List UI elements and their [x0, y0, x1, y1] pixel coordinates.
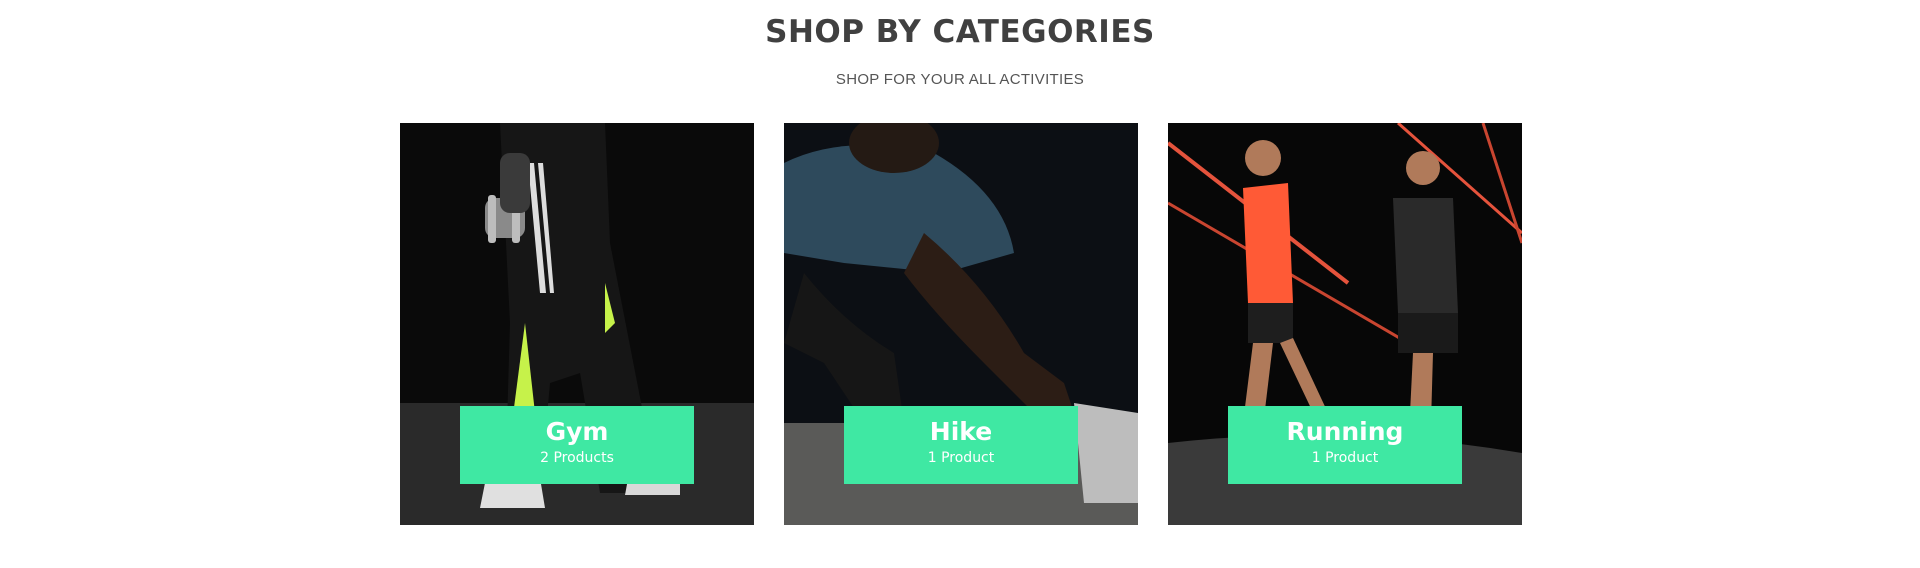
category-count: 1 Product	[927, 450, 995, 466]
category-count: 1 Product	[1311, 450, 1379, 466]
section-title: SHOP BY CATEGORIES	[765, 14, 1155, 50]
category-label-hike[interactable]: Hike 1 Product	[844, 406, 1078, 484]
category-name[interactable]: Hike	[844, 418, 1078, 446]
category-name[interactable]: Gym	[460, 418, 694, 446]
category-label-running[interactable]: Running 1 Product	[1228, 406, 1462, 484]
category-card-gym[interactable]: Gym 2 Products	[400, 123, 754, 525]
category-label-gym[interactable]: Gym 2 Products	[460, 406, 694, 484]
category-name[interactable]: Running	[1228, 418, 1462, 446]
category-card-hike[interactable]: Hike 1 Product	[784, 123, 1138, 525]
section-subtitle: SHOP FOR YOUR ALL ACTIVITIES	[835, 71, 1085, 88]
category-card-running[interactable]: Running 1 Product	[1168, 123, 1522, 525]
category-count: 2 Products	[540, 450, 614, 466]
